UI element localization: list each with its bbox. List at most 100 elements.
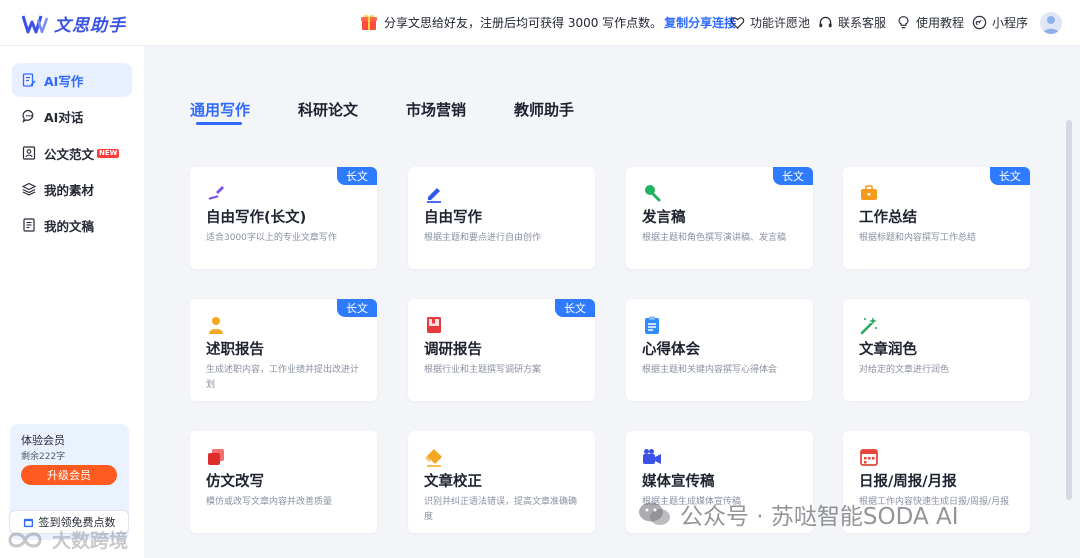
top-header: 文思助手 分享文思给好友，注册后均可获得 3000 写作点数。 复制分享连接 功… <box>0 0 1080 46</box>
card-reflection[interactable]: 心得体会 根据主题和关键内容撰写心得体会 <box>626 299 813 401</box>
member-remaining: 剩余222字 <box>21 452 66 462</box>
member-title: 体验会员 <box>21 434 65 447</box>
pen-icon <box>427 188 441 203</box>
long-text-badge: 长文 <box>555 299 595 317</box>
tab-marketing[interactable]: 市场营销 <box>406 99 466 120</box>
long-text-badge: 长文 <box>337 167 377 185</box>
gift-icon <box>361 14 377 30</box>
card-description: 根据主题和关键内容撰写心得体会 <box>642 365 778 375</box>
new-badge: NEW <box>97 148 120 158</box>
promo-text: 分享文思给好友，注册后均可获得 3000 写作点数。 <box>384 15 663 30</box>
card-duty-report[interactable]: 长文 述职报告 生成述职内容，工作业绩并提出改进计划 <box>190 299 377 401</box>
card-title: 自由写作 <box>424 210 482 226</box>
nav-wishlist-label: 功能许愿池 <box>750 16 811 30</box>
nav-miniprogram-label: 小程序 <box>992 16 1029 30</box>
heart-icon <box>730 17 745 29</box>
card-title: 文章润色 <box>859 342 917 358</box>
wechat-icon <box>639 502 670 525</box>
logo-icon <box>22 15 48 33</box>
card-title: 媒体宣传稿 <box>642 474 715 490</box>
card-proofread[interactable]: 文章校正 识别并纠正语法错误，提高文章准确确度 <box>408 431 595 533</box>
sidebar-item-official-docs[interactable]: 公文范文 NEW <box>12 136 132 170</box>
card-research-report[interactable]: 长文 调研报告 根据行业和主题撰写调研方案 <box>408 299 595 401</box>
edit-doc-icon <box>22 73 36 87</box>
card-polish[interactable]: 文章润色 对给定的文章进行润色 <box>843 299 1030 401</box>
eraser-icon <box>425 449 442 467</box>
card-description: 对给定的文章进行润色 <box>859 365 950 375</box>
card-title: 述职报告 <box>206 342 264 358</box>
sidebar-item-label: 公文范文 <box>44 146 95 162</box>
long-text-badge: 长文 <box>990 167 1030 185</box>
scrollbar[interactable] <box>1066 120 1072 500</box>
card-description: 生成述职内容，工作业绩并提出改进计划 <box>206 365 360 390</box>
document-icon <box>23 218 35 232</box>
tab-research-paper[interactable]: 科研论文 <box>298 99 358 120</box>
headset-icon <box>819 16 832 28</box>
long-text-badge: 长文 <box>337 299 377 317</box>
app-logo[interactable]: 文思助手 <box>22 11 126 36</box>
watermark-left-text: 大数跨境 <box>52 530 129 552</box>
nav-support-label: 联系客服 <box>838 16 887 30</box>
magic-wand-icon <box>860 317 877 335</box>
nav-support[interactable]: 联系客服 <box>818 14 886 31</box>
card-free-writing-long[interactable]: 长文 自由写作(长文) 适合3000字以上的专业文章写作 <box>190 167 377 269</box>
nav-miniprogram[interactable]: 小程序 <box>972 14 1028 31</box>
calendar-icon <box>860 449 878 466</box>
sidebar-item-label: 我的素材 <box>44 182 95 198</box>
copy-share-link[interactable]: 复制分享连接 <box>664 14 736 31</box>
watermark-brand: 大数跨境 <box>4 526 128 553</box>
tab-general-writing[interactable]: 通用写作 <box>190 99 250 120</box>
card-description: 根据主题和要点进行自由创作 <box>424 233 542 243</box>
pen-stroke-icon <box>208 186 224 200</box>
app-name: 文思助手 <box>54 16 126 36</box>
lightbulb-icon <box>898 16 909 29</box>
card-title: 自由写作(长文) <box>206 210 307 226</box>
card-free-writing[interactable]: 自由写作 根据主题和要点进行自由创作 <box>408 167 595 269</box>
briefcase-icon <box>861 185 877 200</box>
person-icon <box>209 317 223 334</box>
card-description: 根据标题和内容撰写工作总结 <box>859 233 977 243</box>
user-icon <box>1043 16 1059 34</box>
card-work-summary[interactable]: 长文 工作总结 根据标题和内容撰写工作总结 <box>843 167 1030 269</box>
card-title: 心得体会 <box>642 342 700 358</box>
card-title: 文章校正 <box>424 474 482 490</box>
watermark-wechat: 公众号 · 苏哒智能SODA AI <box>638 497 959 531</box>
sidebar-item-materials[interactable]: 我的素材 <box>12 172 132 206</box>
card-title: 调研报告 <box>424 342 482 358</box>
sidebar: AI写作 AI对话 公文范文 NEW 我的素材 我的文稿 体验会员 剩余222字… <box>0 46 144 558</box>
chat-bubble-icon <box>22 109 34 123</box>
card-description: 识别并纠正语法错误，提高文章准确确度 <box>424 497 578 522</box>
card-title: 日报/周报/月报 <box>859 474 957 490</box>
miniprogram-icon <box>972 15 987 30</box>
long-text-badge: 长文 <box>773 167 813 185</box>
sidebar-item-ai-chat[interactable]: AI对话 <box>12 99 132 133</box>
nav-wishlist[interactable]: 功能许愿池 <box>730 14 810 31</box>
user-avatar[interactable] <box>1040 12 1062 34</box>
sidebar-item-my-docs[interactable]: 我的文稿 <box>12 208 132 242</box>
sidebar-item-label: AI对话 <box>44 109 84 125</box>
promo-banner: 分享文思给好友，注册后均可获得 3000 写作点数。 复制分享连接 <box>360 13 736 31</box>
sidebar-item-ai-writing[interactable]: AI写作 <box>12 63 132 97</box>
nav-tutorial[interactable]: 使用教程 <box>896 14 964 31</box>
active-tab-indicator <box>196 122 242 125</box>
infinity-logo-icon <box>8 532 42 547</box>
card-description: 根据主题和角色撰写演讲稿、发言稿 <box>642 233 787 243</box>
layers-icon <box>22 182 36 196</box>
book-icon <box>427 317 441 333</box>
sidebar-item-label: 我的文稿 <box>44 218 95 234</box>
tab-teacher-assistant[interactable]: 教师助手 <box>514 99 574 120</box>
card-imitation-rewrite[interactable]: 仿文改写 模仿或改写文章内容并改善质量 <box>190 431 377 533</box>
video-camera-icon <box>643 449 661 464</box>
sidebar-item-label: AI写作 <box>44 73 84 89</box>
watermark-right-text: 公众号 · 苏哒智能SODA AI <box>680 504 959 530</box>
copy-icon <box>208 449 224 465</box>
id-doc-icon <box>22 146 36 160</box>
card-description: 根据行业和主题撰写调研方案 <box>424 365 542 375</box>
clipboard-icon <box>645 316 659 334</box>
upgrade-member-button[interactable]: 升级会员 <box>21 465 117 485</box>
card-description: 模仿或改写文章内容并改善质量 <box>206 497 333 507</box>
card-description: 适合3000字以上的专业文章写作 <box>206 233 337 243</box>
microphone-icon <box>645 185 661 202</box>
card-speech[interactable]: 长文 发言稿 根据主题和角色撰写演讲稿、发言稿 <box>626 167 813 269</box>
card-title: 仿文改写 <box>206 474 264 490</box>
